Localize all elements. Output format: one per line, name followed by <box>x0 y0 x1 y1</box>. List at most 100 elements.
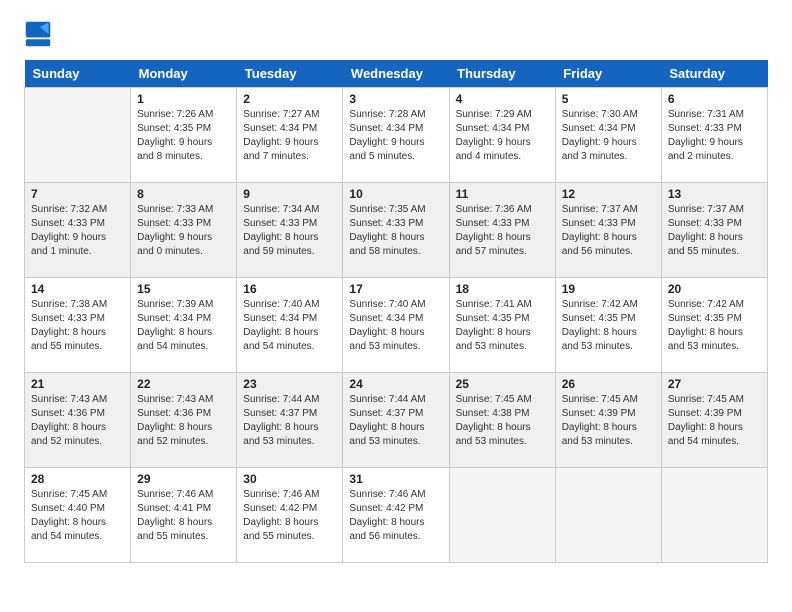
calendar-header-cell: Monday <box>131 60 237 88</box>
day-number: 14 <box>31 282 124 296</box>
logo-icon <box>24 20 52 48</box>
day-number: 9 <box>243 187 336 201</box>
logo <box>24 20 56 48</box>
calendar-cell <box>25 88 131 183</box>
day-info: Sunrise: 7:42 AM Sunset: 4:35 PM Dayligh… <box>668 298 761 354</box>
calendar-cell: 1 Sunrise: 7:26 AM Sunset: 4:35 PM Daylig… <box>131 88 237 183</box>
day-number: 3 <box>349 92 442 106</box>
day-number: 1 <box>137 92 230 106</box>
day-number: 26 <box>562 377 655 391</box>
day-info: Sunrise: 7:45 AM Sunset: 4:40 PM Dayligh… <box>31 488 124 544</box>
day-number: 18 <box>456 282 549 296</box>
day-info: Sunrise: 7:44 AM Sunset: 4:37 PM Dayligh… <box>349 393 442 449</box>
calendar-header-cell: Wednesday <box>343 60 449 88</box>
day-number: 12 <box>562 187 655 201</box>
day-number: 5 <box>562 92 655 106</box>
day-info: Sunrise: 7:43 AM Sunset: 4:36 PM Dayligh… <box>31 393 124 449</box>
calendar-header-cell: Tuesday <box>237 60 343 88</box>
day-info: Sunrise: 7:37 AM Sunset: 4:33 PM Dayligh… <box>668 203 761 259</box>
day-number: 28 <box>31 472 124 486</box>
calendar-cell: 8Sunrise: 7:33 AM Sunset: 4:33 PM Daylig… <box>131 183 237 278</box>
calendar-cell: 12 Sunrise: 7:37 AM Sunset: 4:33 PM Dayli… <box>555 183 661 278</box>
day-number: 6 <box>668 92 761 106</box>
calendar-cell: 3 Sunrise: 7:28 AM Sunset: 4:34 PM Daylig… <box>343 88 449 183</box>
day-number: 21 <box>31 377 124 391</box>
day-info: Sunrise: 7:45 AM Sunset: 4:38 PM Dayligh… <box>456 393 549 449</box>
calendar-week-row: 1 Sunrise: 7:26 AM Sunset: 4:35 PM Daylig… <box>25 88 768 183</box>
calendar-week-row: 21 Sunrise: 7:43 AM Sunset: 4:36 PM Dayli… <box>25 373 768 468</box>
day-number: 30 <box>243 472 336 486</box>
calendar-cell <box>449 468 555 563</box>
calendar-header-row: SundayMondayTuesdayWednesdayThursdayFrid… <box>25 60 768 88</box>
day-info: Sunrise: 7:34 AM Sunset: 4:33 PM Dayligh… <box>243 203 336 259</box>
day-number: 16 <box>243 282 336 296</box>
calendar-header-cell: Sunday <box>25 60 131 88</box>
calendar-cell: 28 Sunrise: 7:45 AM Sunset: 4:40 PM Dayli… <box>25 468 131 563</box>
calendar-header-cell: Friday <box>555 60 661 88</box>
calendar-cell: 9 Sunrise: 7:34 AM Sunset: 4:33 PM Daylig… <box>237 183 343 278</box>
calendar-cell <box>555 468 661 563</box>
day-info: Sunrise: 7:31 AM Sunset: 4:33 PM Dayligh… <box>668 108 761 164</box>
calendar-body: 1 Sunrise: 7:26 AM Sunset: 4:35 PM Daylig… <box>25 88 768 563</box>
day-info: Sunrise: 7:42 AM Sunset: 4:35 PM Dayligh… <box>562 298 655 354</box>
calendar-cell: 5 Sunrise: 7:30 AM Sunset: 4:34 PM Daylig… <box>555 88 661 183</box>
day-number: 20 <box>668 282 761 296</box>
calendar-cell: 26 Sunrise: 7:45 AM Sunset: 4:39 PM Dayli… <box>555 373 661 468</box>
day-info: Sunrise: 7:26 AM Sunset: 4:35 PM Dayligh… <box>137 108 230 164</box>
day-number: 27 <box>668 377 761 391</box>
calendar-cell: 18 Sunrise: 7:41 AM Sunset: 4:35 PM Dayli… <box>449 278 555 373</box>
page-header <box>24 20 768 48</box>
calendar-cell: 20 Sunrise: 7:42 AM Sunset: 4:35 PM Dayli… <box>661 278 767 373</box>
calendar-cell: 2Sunrise: 7:27 AM Sunset: 4:34 PM Daylig… <box>237 88 343 183</box>
calendar-cell: 19 Sunrise: 7:42 AM Sunset: 4:35 PM Dayli… <box>555 278 661 373</box>
day-info: Sunrise: 7:29 AM Sunset: 4:34 PM Dayligh… <box>456 108 549 164</box>
day-info: Sunrise: 7:35 AM Sunset: 4:33 PM Dayligh… <box>349 203 442 259</box>
calendar-cell: 10 Sunrise: 7:35 AM Sunset: 4:33 PM Dayli… <box>343 183 449 278</box>
calendar-cell: 17Sunrise: 7:40 AM Sunset: 4:34 PM Dayli… <box>343 278 449 373</box>
day-info: Sunrise: 7:38 AM Sunset: 4:33 PM Dayligh… <box>31 298 124 354</box>
calendar-cell: 30 Sunrise: 7:46 AM Sunset: 4:42 PM Dayli… <box>237 468 343 563</box>
day-info: Sunrise: 7:36 AM Sunset: 4:33 PM Dayligh… <box>456 203 549 259</box>
day-number: 10 <box>349 187 442 201</box>
day-number: 17 <box>349 282 442 296</box>
calendar-cell: 31Sunrise: 7:46 AM Sunset: 4:42 PM Dayli… <box>343 468 449 563</box>
calendar-header-cell: Saturday <box>661 60 767 88</box>
day-number: 24 <box>349 377 442 391</box>
day-info: Sunrise: 7:46 AM Sunset: 4:42 PM Dayligh… <box>243 488 336 544</box>
day-number: 23 <box>243 377 336 391</box>
calendar-cell: 15Sunrise: 7:39 AM Sunset: 4:34 PM Dayli… <box>131 278 237 373</box>
day-info: Sunrise: 7:43 AM Sunset: 4:36 PM Dayligh… <box>137 393 230 449</box>
day-number: 22 <box>137 377 230 391</box>
calendar-cell: 29 Sunrise: 7:46 AM Sunset: 4:41 PM Dayli… <box>131 468 237 563</box>
calendar-week-row: 28 Sunrise: 7:45 AM Sunset: 4:40 PM Dayli… <box>25 468 768 563</box>
day-info: Sunrise: 7:30 AM Sunset: 4:34 PM Dayligh… <box>562 108 655 164</box>
calendar-cell: 7Sunrise: 7:32 AM Sunset: 4:33 PM Daylig… <box>25 183 131 278</box>
calendar-table: SundayMondayTuesdayWednesdayThursdayFrid… <box>24 60 768 563</box>
day-info: Sunrise: 7:41 AM Sunset: 4:35 PM Dayligh… <box>456 298 549 354</box>
day-info: Sunrise: 7:45 AM Sunset: 4:39 PM Dayligh… <box>562 393 655 449</box>
day-number: 25 <box>456 377 549 391</box>
calendar-cell: 13Sunrise: 7:37 AM Sunset: 4:33 PM Dayli… <box>661 183 767 278</box>
calendar-week-row: 14 Sunrise: 7:38 AM Sunset: 4:33 PM Dayli… <box>25 278 768 373</box>
day-number: 29 <box>137 472 230 486</box>
day-info: Sunrise: 7:27 AM Sunset: 4:34 PM Dayligh… <box>243 108 336 164</box>
day-number: 4 <box>456 92 549 106</box>
day-info: Sunrise: 7:46 AM Sunset: 4:41 PM Dayligh… <box>137 488 230 544</box>
calendar-cell: 24 Sunrise: 7:44 AM Sunset: 4:37 PM Dayli… <box>343 373 449 468</box>
calendar-cell: 11Sunrise: 7:36 AM Sunset: 4:33 PM Dayli… <box>449 183 555 278</box>
day-info: Sunrise: 7:37 AM Sunset: 4:33 PM Dayligh… <box>562 203 655 259</box>
calendar-week-row: 7Sunrise: 7:32 AM Sunset: 4:33 PM Daylig… <box>25 183 768 278</box>
calendar-cell: 14 Sunrise: 7:38 AM Sunset: 4:33 PM Dayli… <box>25 278 131 373</box>
calendar-cell: 27Sunrise: 7:45 AM Sunset: 4:39 PM Dayli… <box>661 373 767 468</box>
day-info: Sunrise: 7:32 AM Sunset: 4:33 PM Dayligh… <box>31 203 124 259</box>
calendar-cell: 22 Sunrise: 7:43 AM Sunset: 4:36 PM Dayli… <box>131 373 237 468</box>
calendar-cell: 23 Sunrise: 7:44 AM Sunset: 4:37 PM Dayli… <box>237 373 343 468</box>
day-number: 31 <box>349 472 442 486</box>
day-info: Sunrise: 7:40 AM Sunset: 4:34 PM Dayligh… <box>243 298 336 354</box>
day-number: 19 <box>562 282 655 296</box>
calendar-header-cell: Thursday <box>449 60 555 88</box>
day-number: 15 <box>137 282 230 296</box>
calendar-cell: 6 Sunrise: 7:31 AM Sunset: 4:33 PM Daylig… <box>661 88 767 183</box>
day-info: Sunrise: 7:44 AM Sunset: 4:37 PM Dayligh… <box>243 393 336 449</box>
day-info: Sunrise: 7:28 AM Sunset: 4:34 PM Dayligh… <box>349 108 442 164</box>
